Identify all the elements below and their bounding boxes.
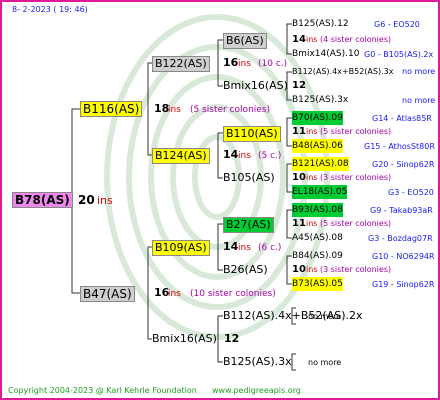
footer-copyright: Copyright 2004-2023 @ Karl Kehrle Founda… [8, 386, 197, 395]
gen1-bottom-ins: ins [168, 289, 181, 299]
gen3-d1-colony[interactable]: B112(AS).4x+B52(AS).2x [223, 309, 363, 323]
gen4-r2-sisters: (4 sister colonies) [320, 35, 392, 44]
gen4-r2-ins: ins [306, 35, 318, 44]
gen4-r18-colony[interactable]: B73(AS).05 [292, 277, 343, 291]
gen4-r20-text: no more [308, 358, 342, 367]
gen4-r10-info: G20 - Sinop62R [372, 160, 435, 169]
root-ins: ins [97, 194, 113, 207]
gen4-r19-text: no more [308, 312, 342, 321]
gen3-b1-sisters: (5 c.) [258, 151, 282, 161]
gen4-r12-info: G3 - EO520 [388, 188, 434, 197]
gen4-r18-info: G19 - Sinop62R [372, 280, 435, 289]
gen3-c1-count: 14 [223, 240, 239, 253]
gen3-a1-count: 16 [223, 56, 239, 69]
gen4-r1-colony[interactable]: B125(AS).12 [292, 17, 349, 31]
gen4-r6-colony[interactable]: B125(AS).3x [292, 93, 348, 107]
gen4-r17-ins: ins [306, 265, 318, 274]
gen3-c1-colony[interactable]: B27(AS) [223, 217, 274, 233]
gen1-top-sisters: (5 sister colonies) [190, 105, 271, 115]
root-count: 20 [78, 193, 95, 207]
root-colony[interactable]: B78(AS) [12, 192, 73, 208]
gen4-r5-count: 12 [292, 80, 306, 91]
gen4-r7-colony[interactable]: B70(AS).09 [292, 111, 343, 125]
gen3-b1-colony[interactable]: B110(AS) [223, 126, 281, 142]
gen1-top-ins: ins [168, 105, 181, 115]
gen4-r15-info: G3 - Bozdag07R [368, 234, 433, 243]
gen4-r12-colony[interactable]: EL18(AS).05 [292, 185, 348, 199]
gen4-r7-info: G14 - Atlas85R [372, 114, 432, 123]
gen1-bottom-sisters: (10 sister colonies) [190, 289, 276, 299]
gen4-r9-colony[interactable]: B48(AS).06 [292, 139, 343, 153]
gen4-r14-count: 11 [292, 218, 306, 229]
gen4-r16-colony[interactable]: B84(AS).09 [292, 249, 343, 263]
gen3-a1-sisters: (10 c.) [258, 59, 288, 69]
gen4-r17-sisters: (3 sister colonies) [320, 265, 392, 274]
gen3-c2-colony[interactable]: B26(AS) [223, 263, 268, 277]
gen4-r10-colony[interactable]: B121(AS).08 [292, 157, 349, 171]
gen4-r17-count: 10 [292, 264, 306, 275]
gen3-a2-colony[interactable]: Bmix16(AS) [223, 79, 288, 93]
gen4-r4-colony[interactable]: B112(AS).4x+B52(AS).3x [292, 65, 393, 79]
gen1-top-colony[interactable]: B116(AS) [80, 101, 143, 117]
gen2-d-colony[interactable]: Bmix16(AS) [152, 332, 217, 346]
gen1-bottom-colony[interactable]: B47(AS) [80, 286, 135, 302]
gen3-c1-sisters: (6 c.) [258, 243, 282, 253]
gen3-b1-ins: ins [238, 151, 251, 161]
gen4-r3-colony[interactable]: Bmix14(AS).10 [292, 47, 359, 61]
gen3-a1-colony[interactable]: B6(AS) [223, 33, 267, 49]
gen4-r3-info: G0 - B105(AS).2x [364, 50, 434, 59]
gen2-a-colony[interactable]: B122(AS) [152, 56, 210, 72]
gen3-b2-colony[interactable]: B105(AS) [223, 171, 275, 185]
gen4-r2-count: 14 [292, 34, 306, 45]
gen3-d2-colony[interactable]: B125(AS).3x [223, 355, 292, 369]
gen4-r8-sisters: (5 sister colonies) [320, 127, 392, 136]
gen4-r15-colony[interactable]: A45(AS).08 [292, 231, 343, 245]
gen4-r14-ins: ins [306, 219, 318, 228]
gen3-b1-count: 14 [223, 148, 239, 161]
gen3-a1-ins: ins [238, 59, 251, 69]
gen4-r4-info: no more [402, 67, 436, 76]
gen2-c-colony[interactable]: B109(AS) [152, 240, 210, 256]
gen4-r11-ins: ins [306, 173, 318, 182]
gen4-r11-sisters: (3 sister colonies) [320, 173, 392, 182]
gen4-r13-colony[interactable]: B93(AS).08 [292, 203, 343, 217]
gen4-r14-sisters: (5 sister colonies) [320, 219, 392, 228]
footer-site-link[interactable]: www.pedigreeapis.org [212, 384, 301, 398]
gen4-r8-ins: ins [306, 127, 318, 136]
gen2-d-count: 12 [224, 332, 240, 345]
gen4-r1-info: G6 - EO520 [374, 20, 420, 29]
gen4-r16-info: G10 - NO6294R [372, 252, 435, 261]
gen4-r8-count: 11 [292, 126, 306, 137]
gen4-r9-info: G15 - AthosSt80R [364, 142, 435, 151]
pedigree-frame: 8- 2-2023 ( 19: 46) B78(AS) 20 ins B116(… [0, 0, 440, 400]
gen3-c1-ins: ins [238, 243, 251, 253]
gen4-r6-info: no more [402, 96, 436, 105]
gen4-r11-count: 10 [292, 172, 306, 183]
gen2-b-colony[interactable]: B124(AS) [152, 148, 210, 164]
gen4-r13-info: G9 - Takab93aR [370, 206, 433, 215]
